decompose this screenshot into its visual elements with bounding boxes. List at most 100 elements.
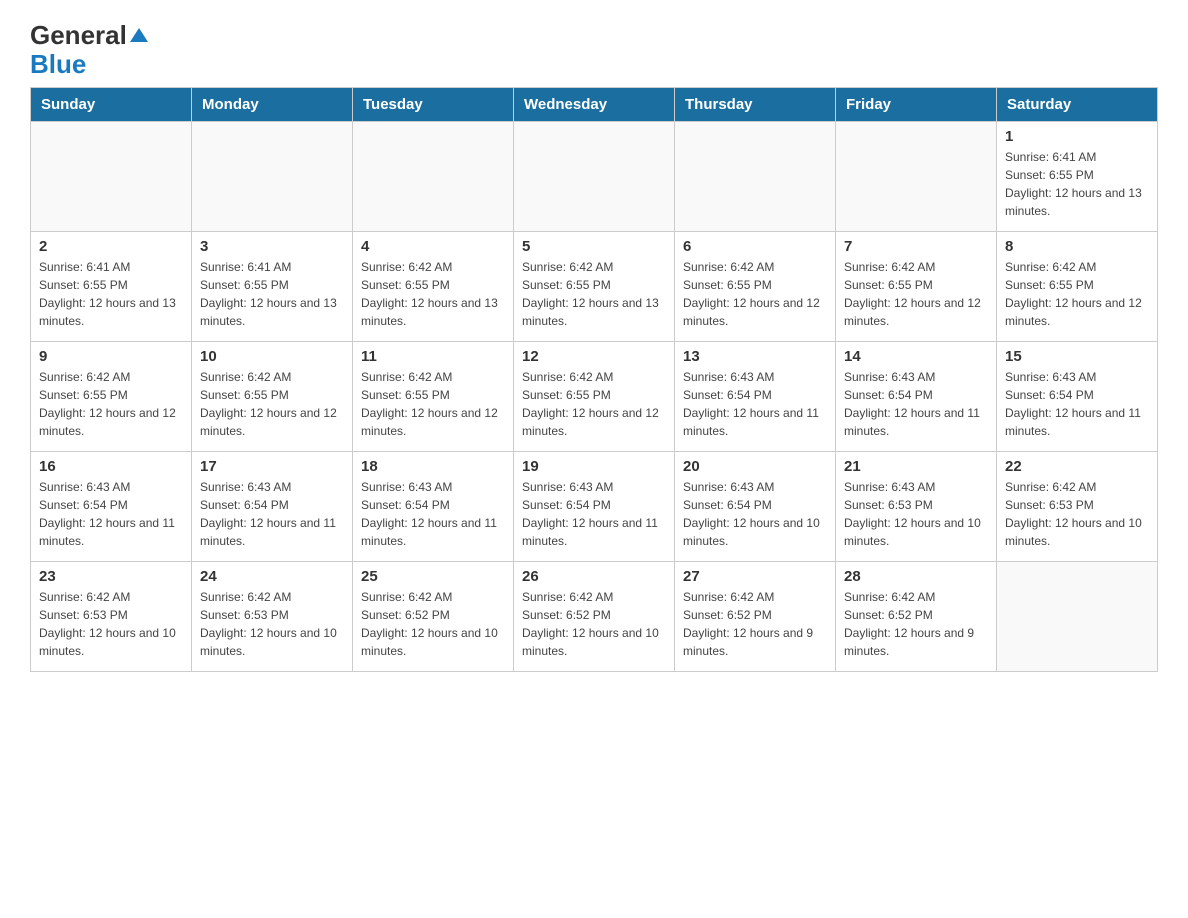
day-number: 3 [200, 238, 344, 255]
calendar-cell: 11Sunrise: 6:42 AMSunset: 6:55 PMDayligh… [353, 342, 514, 452]
day-info: Sunrise: 6:42 AMSunset: 6:53 PMDaylight:… [39, 588, 183, 660]
day-number: 17 [200, 458, 344, 475]
page-header: General Blue [30, 20, 1158, 77]
calendar-cell [192, 122, 353, 232]
day-number: 4 [361, 238, 505, 255]
day-number: 23 [39, 568, 183, 585]
column-header-friday: Friday [836, 88, 997, 122]
day-info: Sunrise: 6:42 AMSunset: 6:55 PMDaylight:… [522, 368, 666, 440]
day-number: 5 [522, 238, 666, 255]
logo: General Blue [30, 20, 148, 77]
column-header-wednesday: Wednesday [514, 88, 675, 122]
day-info: Sunrise: 6:42 AMSunset: 6:52 PMDaylight:… [683, 588, 827, 660]
day-number: 1 [1005, 128, 1149, 145]
column-header-monday: Monday [192, 88, 353, 122]
day-number: 7 [844, 238, 988, 255]
day-info: Sunrise: 6:42 AMSunset: 6:55 PMDaylight:… [200, 368, 344, 440]
day-info: Sunrise: 6:43 AMSunset: 6:54 PMDaylight:… [361, 478, 505, 550]
day-number: 19 [522, 458, 666, 475]
calendar-table: SundayMondayTuesdayWednesdayThursdayFrid… [30, 87, 1158, 672]
calendar-week-row: 9 Sunrise: 6:42 AMSunset: 6:55 PMDaylight… [31, 342, 1158, 452]
day-info: Sunrise: 6:42 AMSunset: 6:52 PMDaylight:… [522, 588, 666, 660]
day-info: Sunrise: 6:43 AMSunset: 6:54 PMDaylight:… [683, 368, 827, 440]
calendar-cell: 23 Sunrise: 6:42 AMSunset: 6:53 PMDayligh… [31, 562, 192, 672]
column-header-sunday: Sunday [31, 88, 192, 122]
calendar-cell: 28Sunrise: 6:42 AMSunset: 6:52 PMDayligh… [836, 562, 997, 672]
day-info: Sunrise: 6:43 AMSunset: 6:53 PMDaylight:… [844, 478, 988, 550]
day-info: Sunrise: 6:42 AMSunset: 6:55 PMDaylight:… [683, 258, 827, 330]
day-number: 26 [522, 568, 666, 585]
column-header-tuesday: Tuesday [353, 88, 514, 122]
day-number: 22 [1005, 458, 1149, 475]
day-info: Sunrise: 6:42 AMSunset: 6:55 PMDaylight:… [522, 258, 666, 330]
calendar-cell [675, 122, 836, 232]
day-number: 10 [200, 348, 344, 365]
calendar-cell [353, 122, 514, 232]
day-info: Sunrise: 6:42 AMSunset: 6:52 PMDaylight:… [844, 588, 988, 660]
calendar-cell: 18 Sunrise: 6:43 AMSunset: 6:54 PMDayligh… [353, 452, 514, 562]
calendar-cell: 13 Sunrise: 6:43 AMSunset: 6:54 PMDayligh… [675, 342, 836, 452]
day-number: 11 [361, 348, 505, 365]
day-info: Sunrise: 6:41 AMSunset: 6:55 PMDaylight:… [39, 258, 183, 330]
day-number: 8 [1005, 238, 1149, 255]
day-info: Sunrise: 6:42 AMSunset: 6:53 PMDaylight:… [1005, 478, 1149, 550]
calendar-cell: 21 Sunrise: 6:43 AMSunset: 6:53 PMDayligh… [836, 452, 997, 562]
column-header-thursday: Thursday [675, 88, 836, 122]
day-info: Sunrise: 6:43 AMSunset: 6:54 PMDaylight:… [844, 368, 988, 440]
calendar-cell: 2 Sunrise: 6:41 AMSunset: 6:55 PMDaylight… [31, 232, 192, 342]
calendar-cell: 8 Sunrise: 6:42 AMSunset: 6:55 PMDaylight… [997, 232, 1158, 342]
day-info: Sunrise: 6:42 AMSunset: 6:55 PMDaylight:… [1005, 258, 1149, 330]
day-number: 14 [844, 348, 988, 365]
calendar-header-row: SundayMondayTuesdayWednesdayThursdayFrid… [31, 88, 1158, 122]
calendar-cell: 4 Sunrise: 6:42 AMSunset: 6:55 PMDaylight… [353, 232, 514, 342]
day-info: Sunrise: 6:43 AMSunset: 6:54 PMDaylight:… [683, 478, 827, 550]
day-number: 6 [683, 238, 827, 255]
calendar-cell: 16 Sunrise: 6:43 AMSunset: 6:54 PMDayligh… [31, 452, 192, 562]
day-info: Sunrise: 6:43 AMSunset: 6:54 PMDaylight:… [200, 478, 344, 550]
day-number: 13 [683, 348, 827, 365]
calendar-cell: 5 Sunrise: 6:42 AMSunset: 6:55 PMDaylight… [514, 232, 675, 342]
day-number: 27 [683, 568, 827, 585]
calendar-cell: 3 Sunrise: 6:41 AMSunset: 6:55 PMDaylight… [192, 232, 353, 342]
day-info: Sunrise: 6:42 AMSunset: 6:53 PMDaylight:… [200, 588, 344, 660]
day-info: Sunrise: 6:43 AMSunset: 6:54 PMDaylight:… [39, 478, 183, 550]
logo-triangle-icon [130, 26, 148, 49]
calendar-cell: 19 Sunrise: 6:43 AMSunset: 6:54 PMDayligh… [514, 452, 675, 562]
calendar-cell: 15 Sunrise: 6:43 AMSunset: 6:54 PMDayligh… [997, 342, 1158, 452]
day-number: 20 [683, 458, 827, 475]
day-info: Sunrise: 6:42 AMSunset: 6:52 PMDaylight:… [361, 588, 505, 660]
calendar-week-row: 16 Sunrise: 6:43 AMSunset: 6:54 PMDayligh… [31, 452, 1158, 562]
day-number: 18 [361, 458, 505, 475]
calendar-week-row: 2 Sunrise: 6:41 AMSunset: 6:55 PMDaylight… [31, 232, 1158, 342]
calendar-cell [836, 122, 997, 232]
day-number: 21 [844, 458, 988, 475]
calendar-cell: 24 Sunrise: 6:42 AMSunset: 6:53 PMDayligh… [192, 562, 353, 672]
day-number: 25 [361, 568, 505, 585]
calendar-cell: 25 Sunrise: 6:42 AMSunset: 6:52 PMDayligh… [353, 562, 514, 672]
calendar-cell: 1Sunrise: 6:41 AMSunset: 6:55 PMDaylight… [997, 122, 1158, 232]
calendar-week-row: 23 Sunrise: 6:42 AMSunset: 6:53 PMDayligh… [31, 562, 1158, 672]
day-info: Sunrise: 6:43 AMSunset: 6:54 PMDaylight:… [1005, 368, 1149, 440]
day-info: Sunrise: 6:42 AMSunset: 6:55 PMDaylight:… [361, 258, 505, 330]
calendar-cell [997, 562, 1158, 672]
day-number: 12 [522, 348, 666, 365]
day-number: 15 [1005, 348, 1149, 365]
day-info: Sunrise: 6:41 AMSunset: 6:55 PMDaylight:… [200, 258, 344, 330]
day-number: 2 [39, 238, 183, 255]
calendar-week-row: 1Sunrise: 6:41 AMSunset: 6:55 PMDaylight… [31, 122, 1158, 232]
day-info: Sunrise: 6:43 AMSunset: 6:54 PMDaylight:… [522, 478, 666, 550]
calendar-cell: 9 Sunrise: 6:42 AMSunset: 6:55 PMDaylight… [31, 342, 192, 452]
day-info: Sunrise: 6:42 AMSunset: 6:55 PMDaylight:… [39, 368, 183, 440]
column-header-saturday: Saturday [997, 88, 1158, 122]
calendar-cell [514, 122, 675, 232]
logo-general-text: General [30, 20, 127, 51]
day-number: 9 [39, 348, 183, 365]
calendar-cell: 12 Sunrise: 6:42 AMSunset: 6:55 PMDayligh… [514, 342, 675, 452]
day-number: 24 [200, 568, 344, 585]
calendar-cell: 6 Sunrise: 6:42 AMSunset: 6:55 PMDaylight… [675, 232, 836, 342]
calendar-cell: 27 Sunrise: 6:42 AMSunset: 6:52 PMDayligh… [675, 562, 836, 672]
day-number: 16 [39, 458, 183, 475]
calendar-cell: 10 Sunrise: 6:42 AMSunset: 6:55 PMDayligh… [192, 342, 353, 452]
calendar-cell: 14 Sunrise: 6:43 AMSunset: 6:54 PMDayligh… [836, 342, 997, 452]
day-info: Sunrise: 6:42 AMSunset: 6:55 PMDaylight:… [844, 258, 988, 330]
